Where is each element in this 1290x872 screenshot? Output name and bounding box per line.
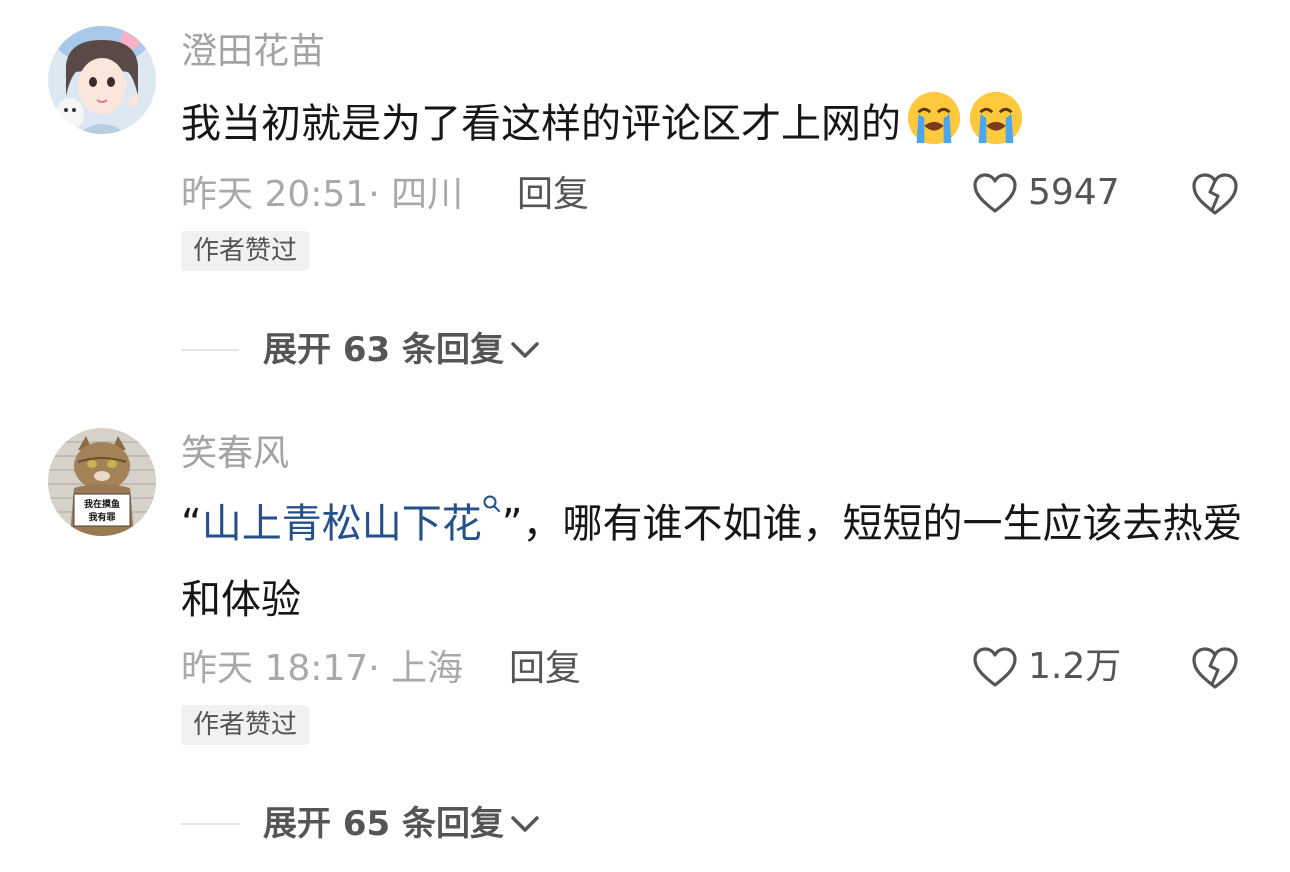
like-button[interactable]: 1.2万: [972, 646, 1121, 688]
like-button[interactable]: 5947: [972, 172, 1120, 214]
username[interactable]: 澄田花苗: [181, 34, 325, 70]
author-liked-badge: 作者赞过: [181, 231, 310, 271]
search-icon[interactable]: [482, 494, 502, 514]
comment-time: 昨天 18:17: [181, 648, 369, 689]
expand-replies-button[interactable]: 展开 63 条回复: [181, 333, 540, 367]
avatar[interactable]: [48, 26, 156, 134]
comment-meta: 昨天 18:17· 上海: [181, 651, 463, 687]
avatar-sign-line1: 我在摸鱼: [84, 498, 120, 510]
comment-text: “山上青松山下花 ”，哪有谁不如谁，短短的一生应该去热爱和体验: [181, 486, 1261, 638]
chevron-down-icon: [511, 342, 539, 358]
expand-replies-label: 展开 63 条回复: [263, 330, 504, 370]
reply-button[interactable]: 回复: [517, 177, 589, 213]
comment-text-content: 我当初就是为了看这样的评论区才上网的: [181, 101, 901, 147]
like-count: 5947: [1028, 172, 1120, 213]
comment-text: 我当初就是为了看这样的评论区才上网的: [181, 86, 1261, 162]
expand-replies-button[interactable]: 展开 65 条回复: [181, 807, 540, 841]
like-count: 1.2万: [1028, 646, 1122, 687]
heart-icon: [973, 173, 1017, 213]
search-link[interactable]: 山上青松山下花: [202, 501, 482, 547]
reply-button[interactable]: 回复: [509, 651, 581, 687]
comment-meta: 昨天 20:51· 四川: [181, 177, 463, 213]
heart-icon: [973, 647, 1017, 687]
quote-open: “: [181, 501, 202, 547]
username[interactable]: 笑春风: [181, 436, 289, 472]
avatar[interactable]: 我在摸鱼 我有罪: [48, 428, 156, 536]
avatar-sign-line2: 我有罪: [88, 511, 115, 523]
expand-replies-label: 展开 65 条回复: [263, 804, 504, 844]
comment-time: 昨天 20:51: [181, 174, 369, 215]
divider-line: [181, 349, 239, 351]
chevron-down-icon: [511, 816, 539, 832]
broken-heart-icon[interactable]: [1191, 172, 1239, 216]
loudly-crying-face-emoji-icon: [907, 91, 961, 145]
comment-location: · 四川: [368, 174, 464, 215]
avatar-image: 我在摸鱼 我有罪: [48, 428, 156, 536]
comment-list: 澄田花苗 我当初就是为了看这样的评论区才上网的 昨天 20:51· 四川 回复: [0, 0, 1290, 872]
author-liked-badge: 作者赞过: [181, 705, 310, 745]
comment-location: · 上海: [368, 648, 464, 689]
loudly-crying-face-emoji-icon: [969, 91, 1023, 145]
divider-line: [181, 823, 239, 825]
avatar-image: [48, 26, 156, 134]
broken-heart-icon[interactable]: [1191, 646, 1239, 690]
